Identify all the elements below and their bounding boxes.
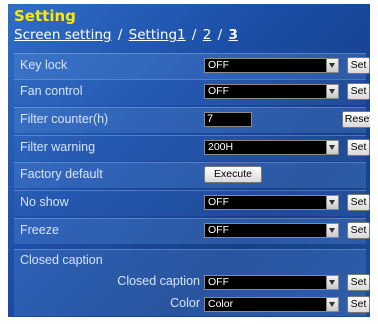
- no-show-value: OFF: [208, 196, 229, 208]
- breadcrumb: Screen setting / Setting1 / 2 / 3: [14, 27, 238, 43]
- closed-caption-select[interactable]: OFF: [204, 275, 339, 290]
- freeze-value: OFF: [208, 224, 229, 236]
- filter-warning-label: Filter warning: [20, 140, 96, 154]
- chevron-down-icon[interactable]: [326, 141, 338, 154]
- key-lock-row: Key lock OFF Set: [14, 53, 370, 79]
- settings-panel: Setting Screen setting / Setting1 / 2 / …: [8, 4, 370, 317]
- chevron-down-icon[interactable]: [326, 85, 338, 98]
- breadcrumb-separator: /: [191, 27, 197, 43]
- freeze-row: Freeze OFF Set: [14, 218, 370, 244]
- breadcrumb-page3-current: 3: [228, 27, 238, 43]
- key-lock-set-button[interactable]: Set: [347, 57, 370, 74]
- key-lock-label: Key lock: [20, 58, 68, 72]
- filter-warning-select[interactable]: 200H: [204, 140, 339, 155]
- breadcrumb-separator: /: [217, 27, 223, 43]
- caption-color-set-button[interactable]: Set: [347, 296, 370, 313]
- caption-color-label: Color: [170, 296, 200, 310]
- closed-caption-heading: Closed caption: [20, 253, 103, 267]
- filter-counter-row: Filter counter(h) 7 Reset: [14, 107, 370, 133]
- filter-counter-reset-button[interactable]: Reset: [342, 111, 370, 128]
- freeze-label: Freeze: [20, 223, 59, 237]
- filter-warning-value: 200H: [208, 141, 234, 153]
- filter-warning-set-button[interactable]: Set: [347, 139, 370, 156]
- breadcrumb-page2-link[interactable]: 2: [203, 27, 212, 43]
- chevron-down-icon[interactable]: [326, 298, 338, 311]
- breadcrumb-separator: /: [117, 27, 123, 43]
- chevron-down-icon[interactable]: [326, 196, 338, 209]
- closed-caption-set-button[interactable]: Set: [347, 274, 370, 291]
- factory-default-label: Factory default: [20, 167, 103, 181]
- key-lock-select[interactable]: OFF: [204, 58, 339, 73]
- filter-counter-label: Filter counter(h): [20, 112, 109, 126]
- chevron-down-icon[interactable]: [326, 224, 338, 237]
- factory-default-execute-button[interactable]: Execute: [204, 166, 262, 183]
- closed-caption-label: Closed caption: [117, 274, 200, 288]
- breadcrumb-screen-setting-link[interactable]: Screen setting: [14, 27, 112, 43]
- freeze-select[interactable]: OFF: [204, 223, 339, 238]
- fan-control-label: Fan control: [20, 84, 83, 98]
- filter-warning-row: Filter warning 200H Set: [14, 135, 370, 161]
- caption-color-select[interactable]: Color: [204, 297, 339, 312]
- filter-counter-field: 7: [204, 112, 252, 127]
- caption-color-value: Color: [208, 298, 234, 310]
- freeze-set-button[interactable]: Set: [347, 222, 370, 239]
- fan-control-select[interactable]: OFF: [204, 84, 339, 99]
- fan-control-set-button[interactable]: Set: [347, 83, 370, 100]
- closed-caption-section: Closed caption Closed caption OFF Set Co…: [14, 249, 370, 316]
- no-show-label: No show: [20, 195, 69, 209]
- fan-control-row: Fan control OFF Set: [14, 79, 370, 105]
- factory-default-row: Factory default Execute: [14, 162, 366, 188]
- chevron-down-icon[interactable]: [326, 59, 338, 72]
- chevron-down-icon[interactable]: [326, 276, 338, 289]
- key-lock-value: OFF: [208, 59, 229, 71]
- no-show-select[interactable]: OFF: [204, 195, 339, 210]
- no-show-row: No show OFF Set: [14, 190, 370, 216]
- no-show-set-button[interactable]: Set: [347, 194, 370, 211]
- fan-control-value: OFF: [208, 85, 229, 97]
- closed-caption-value: OFF: [208, 276, 229, 288]
- page-title: Setting: [14, 7, 76, 25]
- breadcrumb-setting1-link[interactable]: Setting1: [129, 27, 186, 43]
